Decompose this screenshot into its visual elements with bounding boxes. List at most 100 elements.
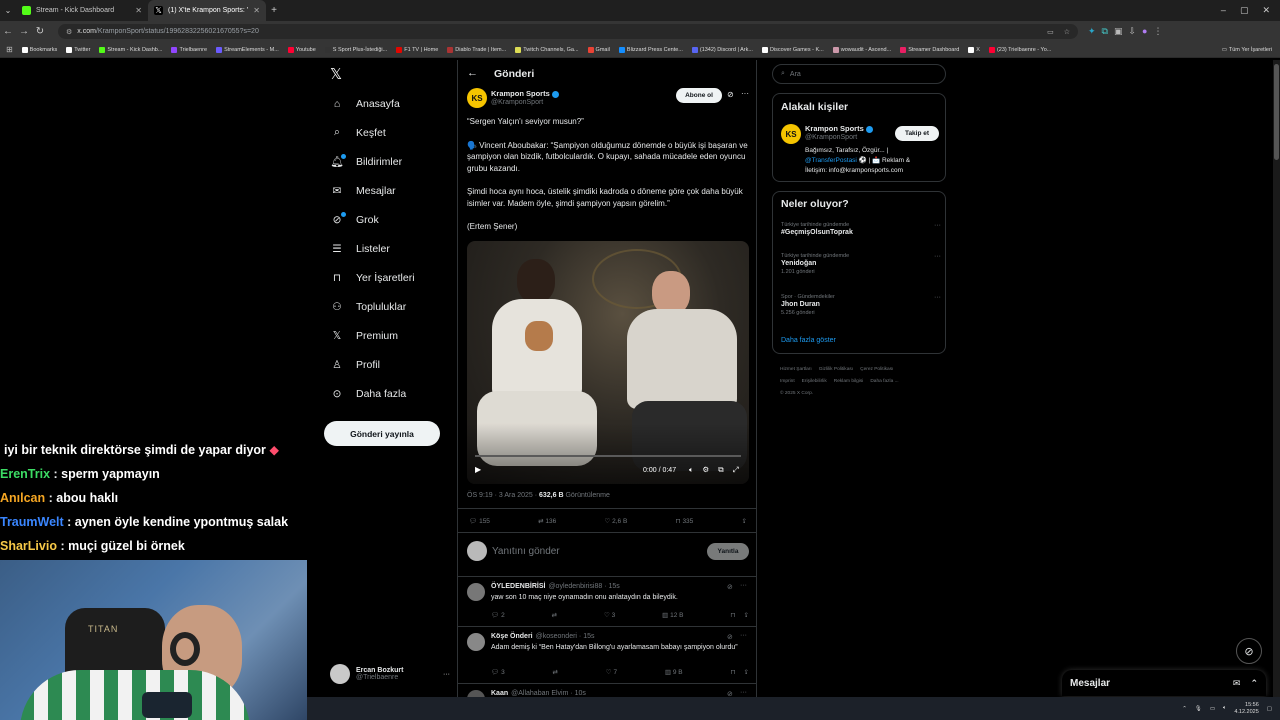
scrollbar[interactable]: [1273, 60, 1280, 697]
pip-icon[interactable]: ⧉: [718, 465, 723, 475]
show-more-link[interactable]: Daha fazla göster: [781, 337, 836, 344]
reply-item[interactable]: Köşe Önderi @koseonderi · 15s ⊘ ··· Adam dem…: [458, 627, 756, 684]
grok-icon[interactable]: ⊘: [727, 90, 734, 99]
menu-icon[interactable]: ⋮: [1153, 26, 1162, 37]
reply-item[interactable]: ÖYLEDENBİRİSİ @oyledenbirisi88 · 15s ⊘ ··· y…: [458, 577, 756, 627]
reply-author[interactable]: Kaan: [491, 690, 508, 697]
views-action[interactable]: ▥ 12 B: [662, 611, 683, 619]
network-icon[interactable]: ▭: [1210, 706, 1215, 712]
reply-author[interactable]: ÖYLEDENBİRİSİ: [491, 583, 545, 590]
bookmark-item[interactable]: X: [968, 46, 980, 53]
messages-drawer[interactable]: Mesajlar ✉ ⌃: [1062, 670, 1266, 696]
footer-link[interactable]: Gizlilik Politikası: [819, 367, 853, 372]
nav-item-x-logo[interactable]: 𝕏 Premium: [320, 321, 450, 350]
reply-author[interactable]: Köşe Önderi: [491, 633, 533, 640]
nav-item-list[interactable]: ☰ Listeler: [320, 234, 450, 263]
grok-icon[interactable]: ⊘: [727, 633, 733, 641]
bookmark-action[interactable]: ⊓ 335: [676, 517, 694, 525]
x-logo-icon[interactable]: 𝕏: [330, 65, 346, 83]
scrollbar-thumb[interactable]: [1274, 64, 1279, 160]
bookmark-item[interactable]: Twitter: [66, 46, 90, 53]
bookmark-item[interactable]: StreamElements - M...: [216, 46, 279, 53]
nav-item-mail[interactable]: ✉ Mesajlar: [320, 176, 450, 205]
nav-item-home[interactable]: ⌂ Anasayfa: [320, 89, 450, 118]
like-action[interactable]: ♡ 7: [606, 668, 617, 676]
tab-x-post[interactable]: 𝕏 (1) X'te Krampon Sports: "Serg ✕: [148, 0, 266, 21]
bookmark-item[interactable]: Twitch Channels, Ga...: [515, 46, 579, 53]
follow-button[interactable]: Takip et: [895, 126, 939, 141]
more-icon[interactable]: ···: [443, 671, 450, 678]
downloads-icon[interactable]: ⇩: [1129, 26, 1137, 37]
more-icon[interactable]: ···: [934, 253, 941, 260]
tray-chevron-icon[interactable]: ⌃: [1182, 706, 1187, 712]
post-button[interactable]: Gönderi yayınla: [324, 421, 440, 446]
bookmark-item[interactable]: Discover Games - K...: [761, 46, 824, 53]
reply-action[interactable]: 💬︎ 2: [491, 611, 505, 619]
more-icon[interactable]: ···: [934, 222, 941, 229]
nav-item-person[interactable]: ♙ Profil: [320, 350, 450, 379]
bookmark-item[interactable]: F1 TV | Home: [396, 46, 438, 53]
site-info-icon[interactable]: ⚙: [66, 28, 72, 36]
url-input[interactable]: ⚙ x.com/KramponSport/status/199628322560…: [58, 24, 1078, 39]
bookmark-icon[interactable]: ⊓: [730, 611, 735, 619]
apps-icon[interactable]: ⊞: [6, 45, 13, 54]
nav-item-bell[interactable]: 🔔︎ Bildirimler: [320, 147, 450, 176]
more-icon[interactable]: ···: [740, 632, 747, 639]
bookmark-item[interactable]: (1342) Discord | Ark...: [691, 46, 753, 53]
bookmark-item[interactable]: Trielbaenre: [171, 46, 207, 53]
forward-icon[interactable]: →: [16, 26, 32, 37]
avatar[interactable]: [467, 633, 485, 651]
footer-link[interactable]: Hizmet Şartları: [780, 367, 812, 372]
trend-item[interactable]: Türkiye tarihinde gündemde #GeçmişOlsunTo…: [781, 222, 941, 253]
bookmark-icon[interactable]: ⊓: [730, 668, 735, 676]
trend-item[interactable]: Türkiye tarihinde gündemde Yenidoğan 1.201…: [781, 253, 941, 294]
reply-button[interactable]: Yanıtla: [707, 543, 749, 560]
share-icon[interactable]: ⇪: [742, 517, 747, 525]
more-icon[interactable]: ···: [740, 582, 747, 589]
related-name-row[interactable]: Krampon Sports: [805, 124, 873, 133]
tab-search-icon[interactable]: ⌄: [0, 6, 16, 15]
more-icon[interactable]: ···: [740, 689, 747, 696]
nav-item-more-circle[interactable]: ⊙ Daha fazla: [320, 379, 450, 408]
all-bookmarks[interactable]: ▭ Tüm Yer İşaretleri: [1222, 47, 1280, 53]
mic-icon[interactable]: 🎙︎: [1195, 706, 1202, 712]
repost-action[interactable]: ⇄: [552, 611, 557, 619]
reply-action[interactable]: 💬︎ 155: [469, 517, 490, 525]
views-action[interactable]: ▥ 9 B: [665, 668, 683, 676]
like-action[interactable]: ♡ 3: [604, 611, 615, 619]
footer-link[interactable]: Çerez Politikası: [860, 367, 893, 372]
bookmark-item[interactable]: Gmail: [587, 46, 610, 53]
share-icon[interactable]: ⇪: [744, 668, 749, 676]
nav-item-search[interactable]: ⌕ Keşfet: [320, 118, 450, 147]
footer-link[interactable]: Daha fazla ...: [870, 379, 898, 384]
settings-gear-icon[interactable]: ⚙: [703, 465, 710, 475]
expand-icon[interactable]: ⌃: [1250, 678, 1258, 689]
bookmark-item[interactable]: Bookmarks: [21, 46, 57, 53]
new-tab-icon[interactable]: +: [266, 5, 282, 16]
window-close-icon[interactable]: ✕: [1262, 5, 1270, 16]
star-icon[interactable]: ☆: [1064, 28, 1070, 36]
reply-input[interactable]: Yanıtını gönder: [492, 546, 560, 557]
extension-icon[interactable]: ⧉: [1102, 26, 1108, 37]
bookmark-item[interactable]: Blizzard Press Cente...: [618, 46, 683, 53]
account-switcher[interactable]: Ercan Bozkurt @Trielbaenre ···: [330, 662, 450, 686]
minimize-icon[interactable]: –: [1221, 5, 1226, 16]
follow-button[interactable]: Abone ol: [676, 88, 722, 103]
notifications-icon[interactable]: ▢: [1267, 706, 1272, 712]
avatar[interactable]: [467, 583, 485, 601]
nav-item-bookmark[interactable]: ⊓ Yer İşaretleri: [320, 263, 450, 292]
bookmark-item[interactable]: Youtube: [287, 46, 316, 53]
maximize-icon[interactable]: ▢: [1240, 5, 1249, 16]
like-action[interactable]: ♡ 2,6 B: [605, 517, 628, 525]
close-tab-icon[interactable]: ✕: [135, 6, 142, 15]
trend-item[interactable]: Spor · Gündemdekiler Jhon Duran 5.256 gönd…: [781, 294, 941, 335]
bookmark-item[interactable]: Streamer Dashboard: [900, 46, 959, 53]
share-icon[interactable]: ⇪: [744, 611, 749, 619]
search-input[interactable]: ⌕ Ara: [772, 64, 946, 84]
volume-icon[interactable]: 🔈︎: [1223, 705, 1226, 712]
footer-link[interactable]: © 2025 X Corp.: [780, 391, 813, 396]
bookmark-item[interactable]: Diablo Trade | Item...: [447, 46, 506, 53]
new-message-icon[interactable]: ✉: [1233, 678, 1241, 689]
extensions-puzzle-icon[interactable]: ▣: [1114, 26, 1123, 37]
profile-avatar-icon[interactable]: ●: [1142, 26, 1147, 37]
